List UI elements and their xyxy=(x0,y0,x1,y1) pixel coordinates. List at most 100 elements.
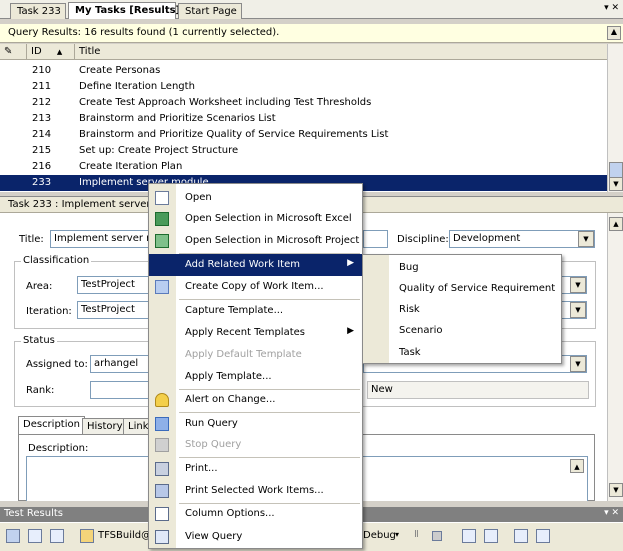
reason-field: New xyxy=(367,381,589,399)
tab-description[interactable]: Description xyxy=(18,416,85,435)
chevron-down-icon[interactable]: ▼ xyxy=(609,483,623,497)
column-header-id[interactable]: ID ▲ xyxy=(27,44,75,60)
tree-view-icon[interactable] xyxy=(28,529,42,543)
table-row[interactable]: 210 Create Personas xyxy=(0,63,607,79)
chevron-down-icon[interactable]: ▼ xyxy=(570,277,586,293)
submenu-item-qos-requirement[interactable]: Quality of Service Requirement xyxy=(363,278,561,300)
config-label[interactable]: Debug xyxy=(363,530,396,541)
chevron-up-icon[interactable]: ▲ xyxy=(570,459,584,473)
submenu-item-task[interactable]: Task xyxy=(363,342,561,364)
table-row[interactable]: 215 Set up: Create Project Structure xyxy=(0,143,607,159)
title-field-end[interactable] xyxy=(363,230,388,248)
chevron-down-icon[interactable]: ▾ xyxy=(395,530,399,539)
tab-dropdown-close-icon[interactable]: ▾ ✕ xyxy=(604,3,619,13)
copy-icon xyxy=(155,280,169,294)
iteration-field[interactable]: TestProject xyxy=(77,301,149,319)
scroll-thumb[interactable] xyxy=(609,162,623,178)
print-selected-icon xyxy=(155,484,169,498)
pause-icon[interactable]: Ⅱ xyxy=(414,529,419,540)
chevron-down-icon[interactable]: ▼ xyxy=(570,356,586,372)
menu-item-run-query[interactable]: Run Query xyxy=(149,413,362,435)
tab-links[interactable]: Links xyxy=(123,418,149,435)
menu-item-open-project[interactable]: Open Selection in Microsoft Project xyxy=(149,230,362,252)
work-item-scrollbar[interactable]: ▲ ▼ xyxy=(607,213,623,501)
area-value: TestProject xyxy=(81,279,135,290)
query-results-bar: Query Results: 16 results found (1 curre… xyxy=(0,24,623,43)
column-header-title[interactable]: Title xyxy=(75,44,607,60)
table-row[interactable]: 213 Brainstorm and Prioritize Scenarios L… xyxy=(0,111,607,127)
submenu-item-risk[interactable]: Risk xyxy=(363,299,561,321)
menu-item-label: Open Selection in Microsoft Excel xyxy=(185,213,352,224)
chevron-up-icon[interactable]: ▲ xyxy=(609,217,623,231)
iteration-label: Iteration: xyxy=(26,306,72,317)
menu-item-column-options[interactable]: Column Options... xyxy=(149,503,362,525)
area-field[interactable]: TestProject xyxy=(77,276,149,294)
discipline-label: Discipline: xyxy=(397,234,449,245)
publish-icon[interactable] xyxy=(484,529,498,543)
menu-item-apply-default-template: Apply Default Template xyxy=(149,344,362,366)
pane-icon[interactable] xyxy=(50,529,64,543)
tab-label: Description xyxy=(23,419,80,430)
chevron-down-icon[interactable]: ▼ xyxy=(570,302,586,318)
alert-icon xyxy=(155,393,169,407)
chevron-down-icon[interactable]: ▼ xyxy=(578,231,594,247)
title-field[interactable]: Implement server mo xyxy=(50,230,150,248)
excel-icon xyxy=(155,212,169,226)
column-label: Title xyxy=(79,46,101,57)
menu-item-apply-recent-templates[interactable]: Apply Recent Templates ▶ xyxy=(149,322,362,344)
assigned-to-field[interactable]: arhangel xyxy=(90,355,149,373)
stop-icon[interactable] xyxy=(432,531,442,541)
menu-item-view-query[interactable]: View Query xyxy=(149,526,362,548)
discipline-select[interactable]: Development xyxy=(449,230,595,248)
menu-item-label: Print... xyxy=(185,463,218,474)
area-label: Area: xyxy=(26,281,53,292)
menu-item-label: Scenario xyxy=(399,325,443,336)
grid-view-icon[interactable] xyxy=(6,529,20,543)
import-icon[interactable] xyxy=(462,529,476,543)
table-row[interactable]: 211 Define Iteration Length xyxy=(0,79,607,95)
title-value: Implement server mo xyxy=(54,233,149,244)
tab-start-page[interactable]: Start Page xyxy=(178,3,242,19)
cell-title: Create Test Approach Worksheet including… xyxy=(79,97,372,108)
cell-title: Define Iteration Length xyxy=(79,81,195,92)
title-label: Title: xyxy=(19,234,44,245)
cell-id: 214 xyxy=(32,129,52,140)
tab-my-tasks-results[interactable]: My Tasks [Results] xyxy=(68,2,180,19)
chevron-down-icon[interactable]: ▼ xyxy=(609,177,623,191)
menu-item-alert-on-change[interactable]: Alert on Change... xyxy=(149,389,362,411)
run-query-icon xyxy=(155,417,169,431)
table-row[interactable]: 216 Create Iteration Plan xyxy=(0,159,607,175)
print-icon xyxy=(155,462,169,476)
submenu-item-scenario[interactable]: Scenario xyxy=(363,320,561,342)
grid-scrollbar[interactable]: ▼ xyxy=(607,44,623,192)
tab-task-233[interactable]: Task 233 xyxy=(10,3,66,19)
menu-item-label: View Query xyxy=(185,531,243,542)
debug-icon[interactable] xyxy=(536,529,550,543)
context-menu: Open Open Selection in Microsoft Excel O… xyxy=(148,183,363,549)
document-tab-strip: Task 233 My Tasks [Results] Start Page ▾… xyxy=(0,0,623,19)
menu-item-print-selected[interactable]: Print Selected Work Items... xyxy=(149,480,362,502)
submenu-item-bug[interactable]: Bug xyxy=(363,257,561,279)
menu-item-capture-template[interactable]: Capture Template... xyxy=(149,300,362,322)
menu-item-label: Capture Template... xyxy=(185,305,284,316)
menu-item-apply-template[interactable]: Apply Template... xyxy=(149,366,362,388)
cell-id: 211 xyxy=(32,81,52,92)
menu-item-print[interactable]: Print... xyxy=(149,458,362,480)
run-icon[interactable] xyxy=(514,529,528,543)
menu-item-label: Apply Recent Templates xyxy=(185,327,305,338)
panel-controls-icon[interactable]: ▾ ✕ xyxy=(604,508,619,518)
table-row[interactable]: 212 Create Test Approach Worksheet includ… xyxy=(0,95,607,111)
tab-history[interactable]: History xyxy=(82,418,128,435)
build-label[interactable]: TFSBuild@ xyxy=(98,530,151,541)
menu-item-create-copy[interactable]: Create Copy of Work Item... xyxy=(149,276,362,298)
menu-item-label: Open Selection in Microsoft Project xyxy=(185,235,360,246)
table-row[interactable]: 214 Brainstorm and Prioritize Quality of … xyxy=(0,127,607,143)
rank-field[interactable] xyxy=(90,381,149,399)
column-label: ID xyxy=(31,46,42,57)
menu-item-open[interactable]: Open xyxy=(149,187,362,209)
menu-item-open-excel[interactable]: Open Selection in Microsoft Excel xyxy=(149,208,362,230)
reason-value: New xyxy=(371,384,393,395)
submenu-arrow-icon: ▶ xyxy=(347,258,354,268)
chevron-up-icon[interactable]: ▲ xyxy=(607,26,621,40)
menu-item-add-related-work-item[interactable]: Add Related Work Item ▶ xyxy=(149,254,362,276)
